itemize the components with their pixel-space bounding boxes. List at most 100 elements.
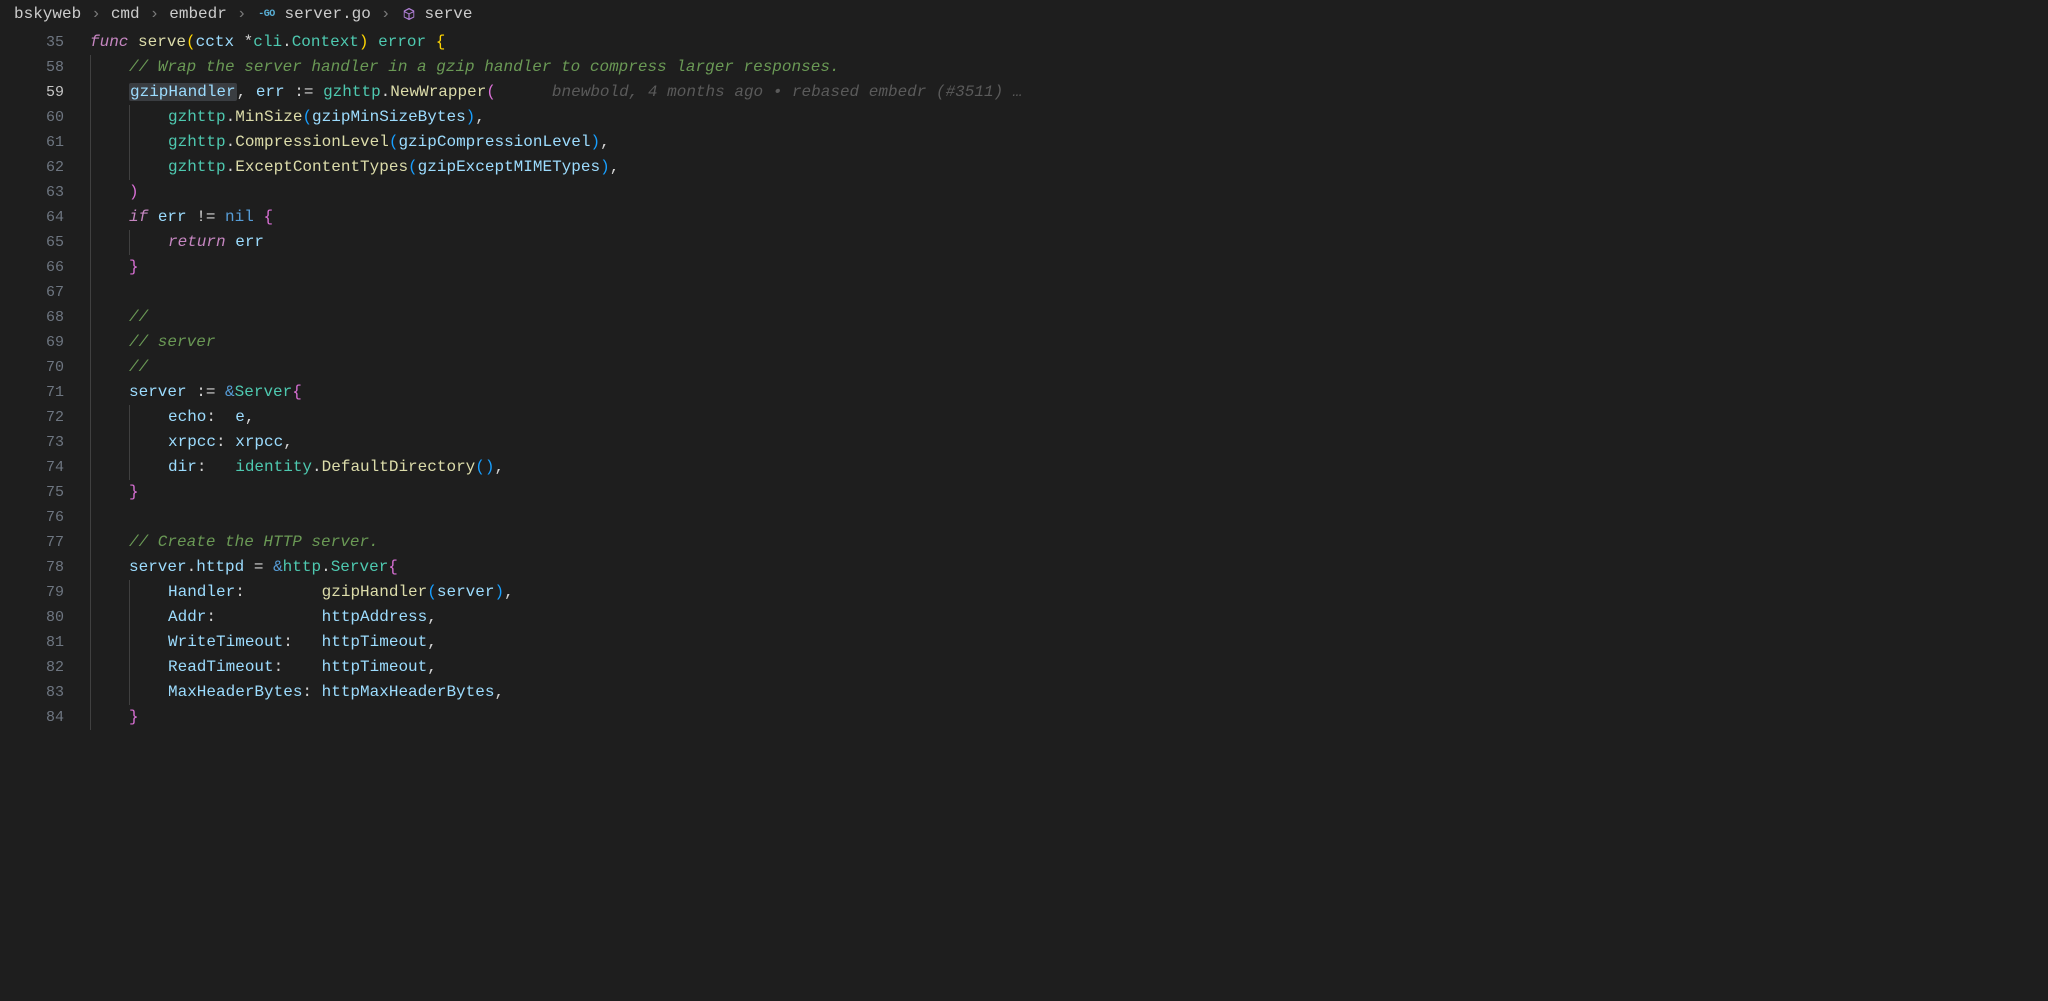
code-line[interactable]: 68 //	[0, 305, 2048, 330]
indent-guides	[90, 655, 168, 680]
code-line[interactable]: 81 WriteTimeout: httpTimeout,	[0, 630, 2048, 655]
code-line[interactable]: 66}	[0, 255, 2048, 280]
code-line[interactable]: 70 //	[0, 355, 2048, 380]
code-line[interactable]: 63)	[0, 180, 2048, 205]
code-line[interactable]: 67	[0, 280, 2048, 305]
line-number[interactable]: 82	[0, 655, 90, 680]
line-number[interactable]: 78	[0, 555, 90, 580]
breadcrumb-segment[interactable]: embedr	[169, 5, 227, 23]
code-text[interactable]: WriteTimeout: httpTimeout,	[168, 630, 437, 655]
code-text[interactable]: func serve(cctx *cli.Context) error {	[90, 30, 445, 55]
code-text[interactable]: // server	[129, 330, 215, 355]
code-text[interactable]: // Create the HTTP server.	[129, 530, 379, 555]
code-line[interactable]: 75}	[0, 480, 2048, 505]
code-line[interactable]: 80 Addr: httpAddress,	[0, 605, 2048, 630]
chevron-right-icon: ›	[237, 5, 247, 23]
code-line[interactable]: 83 MaxHeaderBytes: httpMaxHeaderBytes,	[0, 680, 2048, 705]
code-editor[interactable]: bskyweb › cmd › embedr › -GO server.go ›…	[0, 0, 2048, 1001]
line-number[interactable]: 73	[0, 430, 90, 455]
code-line[interactable]: 59 gzipHandler, err := gzhttp.NewWrapper(…	[0, 80, 2048, 105]
code-text[interactable]: gzhttp.MinSize(gzipMinSizeBytes),	[168, 105, 485, 130]
code-text[interactable]: // Wrap the server handler in a gzip han…	[129, 55, 840, 80]
code-line[interactable]: 73 xrpcc: xrpcc,	[0, 430, 2048, 455]
code-area[interactable]: 35func serve(cctx *cli.Context) error {5…	[0, 28, 2048, 730]
code-text[interactable]: )	[129, 180, 139, 205]
line-number[interactable]: 70	[0, 355, 90, 380]
code-text[interactable]: }	[129, 480, 139, 505]
code-text[interactable]: //	[129, 355, 148, 380]
code-text[interactable]: Addr: httpAddress,	[168, 605, 437, 630]
code-line[interactable]: 78 server.httpd = &http.Server{	[0, 555, 2048, 580]
indent-guides	[90, 155, 168, 180]
line-number[interactable]: 75	[0, 480, 90, 505]
code-line[interactable]: 72 echo: e,	[0, 405, 2048, 430]
code-text[interactable]: ReadTimeout: httpTimeout,	[168, 655, 437, 680]
line-number[interactable]: 62	[0, 155, 90, 180]
line-number[interactable]: 67	[0, 280, 90, 305]
line-number[interactable]: 76	[0, 505, 90, 530]
line-number[interactable]: 61	[0, 130, 90, 155]
code-text[interactable]: server.httpd = &http.Server{	[129, 555, 398, 580]
code-text[interactable]: //	[129, 305, 148, 330]
line-number[interactable]: 60	[0, 105, 90, 130]
breadcrumb-segment[interactable]: cmd	[111, 5, 140, 23]
indent-guides	[90, 230, 168, 255]
code-line[interactable]: 77 // Create the HTTP server.	[0, 530, 2048, 555]
line-number[interactable]: 65	[0, 230, 90, 255]
indent-guides	[90, 280, 129, 305]
chevron-right-icon: ›	[91, 5, 101, 23]
line-number[interactable]: 35	[0, 30, 90, 55]
line-number[interactable]: 81	[0, 630, 90, 655]
code-text[interactable]: gzipHandler, err := gzhttp.NewWrapper(bn…	[129, 80, 1022, 105]
line-number[interactable]: 72	[0, 405, 90, 430]
line-number[interactable]: 69	[0, 330, 90, 355]
breadcrumb[interactable]: bskyweb › cmd › embedr › -GO server.go ›…	[0, 0, 2048, 28]
code-line[interactable]: 35func serve(cctx *cli.Context) error {	[0, 30, 2048, 55]
line-number[interactable]: 59	[0, 80, 90, 105]
line-number[interactable]: 83	[0, 680, 90, 705]
code-line[interactable]: 74 dir: identity.DefaultDirectory(),	[0, 455, 2048, 480]
code-text[interactable]: xrpcc: xrpcc,	[168, 430, 293, 455]
code-text[interactable]: gzhttp.CompressionLevel(gzipCompressionL…	[168, 130, 610, 155]
code-text[interactable]: echo: e,	[168, 405, 254, 430]
line-number[interactable]: 79	[0, 580, 90, 605]
code-line[interactable]: 64 if err != nil {	[0, 205, 2048, 230]
code-line[interactable]: 76	[0, 505, 2048, 530]
line-number[interactable]: 63	[0, 180, 90, 205]
line-number[interactable]: 74	[0, 455, 90, 480]
line-number[interactable]: 77	[0, 530, 90, 555]
line-number[interactable]: 58	[0, 55, 90, 80]
code-line[interactable]: 61 gzhttp.CompressionLevel(gzipCompressio…	[0, 130, 2048, 155]
breadcrumb-segment[interactable]: server.go	[284, 5, 370, 23]
code-line[interactable]: 65 return err	[0, 230, 2048, 255]
code-line[interactable]: 71 server := &Server{	[0, 380, 2048, 405]
code-text[interactable]: gzhttp.ExceptContentTypes(gzipExceptMIME…	[168, 155, 619, 180]
code-line[interactable]: 82 ReadTimeout: httpTimeout,	[0, 655, 2048, 680]
code-text[interactable]: if err != nil {	[129, 205, 273, 230]
indent-guides	[90, 480, 129, 505]
code-text[interactable]: Handler: gzipHandler(server),	[168, 580, 514, 605]
line-number[interactable]: 71	[0, 380, 90, 405]
line-number[interactable]: 64	[0, 205, 90, 230]
code-line[interactable]: 60 gzhttp.MinSize(gzipMinSizeBytes),	[0, 105, 2048, 130]
code-line[interactable]: 69 // server	[0, 330, 2048, 355]
code-text[interactable]: }	[129, 705, 139, 730]
line-number[interactable]: 66	[0, 255, 90, 280]
line-number[interactable]: 84	[0, 705, 90, 730]
code-line[interactable]: 84}	[0, 705, 2048, 730]
code-text[interactable]: MaxHeaderBytes: httpMaxHeaderBytes,	[168, 680, 504, 705]
indent-guides	[90, 580, 168, 605]
code-text[interactable]: server := &Server{	[129, 380, 302, 405]
code-line[interactable]: 58 // Wrap the server handler in a gzip h…	[0, 55, 2048, 80]
git-blame-annotation[interactable]: bnewbold, 4 months ago • rebased embedr …	[552, 83, 1022, 101]
breadcrumb-segment[interactable]: bskyweb	[14, 5, 81, 23]
code-text[interactable]: return err	[168, 230, 264, 255]
code-text[interactable]: dir: identity.DefaultDirectory(),	[168, 455, 504, 480]
code-line[interactable]: 79 Handler: gzipHandler(server),	[0, 580, 2048, 605]
code-line[interactable]: 62 gzhttp.ExceptContentTypes(gzipExceptMI…	[0, 155, 2048, 180]
line-number[interactable]: 80	[0, 605, 90, 630]
breadcrumb-symbol[interactable]: serve	[425, 5, 473, 23]
line-number[interactable]: 68	[0, 305, 90, 330]
indent-guides	[90, 530, 129, 555]
code-text[interactable]: }	[129, 255, 139, 280]
